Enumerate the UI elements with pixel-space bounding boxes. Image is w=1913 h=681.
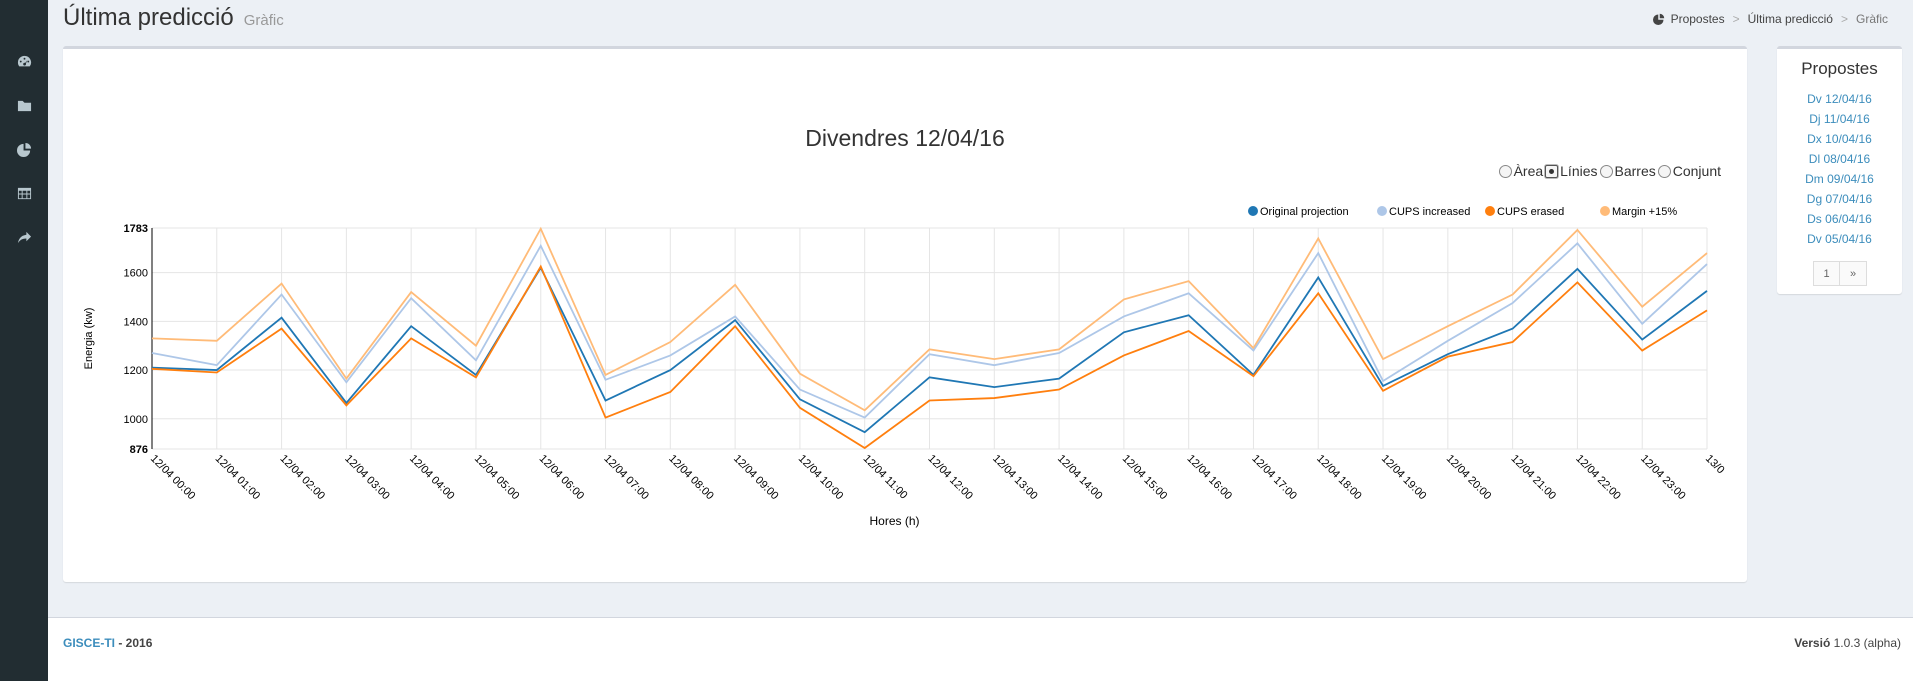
legend-item[interactable]: Original projection (1248, 206, 1349, 218)
breadcrumb-item-propostes[interactable]: Propostes (1671, 12, 1725, 26)
x-tick-label: 12/04 02:00 (277, 453, 327, 503)
page-subtitle: Gràfic (243, 12, 284, 29)
legend-item[interactable]: CUPS increased (1377, 206, 1470, 218)
line-chart: 1783 1600 1400 1200 1000 876 Energia (kw) 12/04… (83, 206, 1727, 528)
x-tick-label: 12/04 15:00 (1120, 453, 1170, 503)
footer-version: Versió 1.0.3 (alpha) (1794, 636, 1901, 650)
x-tick-label: 12/04 14:00 (1055, 453, 1105, 503)
legend-item[interactable]: Margin +15% (1600, 206, 1677, 218)
brand-link[interactable]: GISCE-TI (63, 636, 115, 650)
x-tick-label: 12/04 05:00 (472, 453, 522, 503)
x-tick-label: 12/04 12:00 (925, 453, 975, 503)
x-tick-label: 12/04 06:00 (537, 453, 587, 503)
chart-panel: Divendres 12/04/16 Àrea Línies Barres Co… (63, 46, 1747, 582)
breadcrumb-separator: > (1840, 12, 1848, 26)
y-tick-label: 1600 (124, 268, 148, 280)
propostes-title: Propostes (1801, 59, 1878, 78)
x-tick-label: 12/04 18:00 (1314, 453, 1364, 503)
x-tick-label: 12/04 11:00 (861, 453, 910, 502)
page-title: Última predicció (63, 4, 234, 31)
page-header: Última predicció Gràfic (63, 4, 284, 40)
x-tick-label: 12/04 13:00 (990, 453, 1040, 503)
propostes-panel: Propostes Dv 12/04/16 Dj 11/04/16 Dx 10/04… (1777, 46, 1902, 294)
proposta-link[interactable]: Dm 09/04/16 (1777, 169, 1902, 189)
x-tick-label: 12/04 19:00 (1379, 453, 1429, 503)
pie-chart-icon[interactable] (15, 140, 33, 158)
breadcrumb-item-ultima-prediccio[interactable]: Última predicció (1748, 12, 1833, 26)
x-tick-label: 13/0 (1703, 453, 1727, 477)
breadcrumb-separator: > (1732, 12, 1740, 26)
footer-year: - 2016 (115, 636, 153, 650)
legend-item[interactable]: CUPS erased (1485, 206, 1564, 218)
proposta-link[interactable]: Dv 05/04/16 (1777, 229, 1902, 249)
x-tick-label: 12/04 09:00 (731, 453, 781, 503)
x-tick-label: 12/04 07:00 (601, 453, 651, 503)
y-tick-label: 1783 (124, 223, 148, 235)
version-label: Versió (1794, 636, 1831, 650)
x-tick-label: 12/04 21:00 (1509, 453, 1559, 503)
x-tick-label: 12/04 01:00 (213, 453, 263, 503)
next-page-button[interactable]: » (1840, 261, 1867, 286)
breadcrumb: Propostes > Última predicció > Gràfic (1652, 12, 1888, 26)
x-tick-label: 12/04 17:00 (1249, 453, 1299, 503)
breadcrumb-item-grafic: Gràfic (1855, 12, 1888, 26)
table-icon[interactable] (15, 184, 33, 202)
legend-marker (1600, 206, 1610, 216)
proposta-link[interactable]: Dx 10/04/16 (1777, 129, 1902, 149)
pie-chart-icon (1652, 13, 1664, 25)
legend-marker (1248, 206, 1258, 216)
share-icon[interactable] (15, 228, 33, 246)
legend-label: Original projection (1260, 206, 1349, 218)
pagination: 1 » (1813, 261, 1867, 286)
x-tick-label: 12/04 20:00 (1444, 453, 1494, 503)
y-tick-label: 876 (130, 444, 148, 456)
folder-icon[interactable] (15, 96, 33, 114)
sidebar (0, 0, 48, 681)
x-axis-title: Hores (h) (869, 514, 919, 528)
proposta-link[interactable]: Dl 08/04/16 (1777, 149, 1902, 169)
proposta-link[interactable]: Dv 12/04/16 (1777, 89, 1902, 109)
x-tick-label: 12/04 10:00 (796, 453, 846, 503)
dashboard-icon[interactable] (15, 52, 33, 70)
y-tick-label: 1200 (124, 365, 148, 377)
proposta-link[interactable]: Dj 11/04/16 (1777, 109, 1902, 129)
legend-marker (1485, 206, 1495, 216)
x-tick-label: 12/04 08:00 (666, 453, 716, 503)
y-tick-label: 1000 (124, 414, 148, 426)
footer-copyright: GISCE-TI - 2016 (63, 636, 152, 650)
proposta-link[interactable]: Dg 07/04/16 (1777, 189, 1902, 209)
x-tick-label: 12/04 03:00 (342, 453, 392, 503)
y-tick-label: 1400 (124, 316, 148, 328)
version-value: 1.0.3 (alpha) (1830, 636, 1901, 650)
propostes-list: Dv 12/04/16 Dj 11/04/16 Dx 10/04/16 Dl 08/0… (1777, 89, 1902, 249)
y-axis-title: Energia (kw) (83, 308, 95, 370)
legend-label: CUPS erased (1497, 206, 1564, 218)
page-1-button[interactable]: 1 (1813, 261, 1840, 286)
proposta-link[interactable]: Ds 06/04/16 (1777, 209, 1902, 229)
x-tick-label: 12/04 04:00 (407, 453, 457, 503)
x-tick-label: 12/04 22:00 (1573, 453, 1623, 503)
x-tick-label: 12/04 16:00 (1185, 453, 1235, 503)
footer: GISCE-TI - 2016 Versió 1.0.3 (alpha) (48, 617, 1913, 681)
legend-marker (1377, 206, 1387, 216)
x-tick-label: 12/04 00:00 (148, 453, 198, 503)
legend-label: CUPS increased (1389, 206, 1470, 218)
legend-label: Margin +15% (1612, 206, 1677, 218)
x-tick-label: 12/04 23:00 (1638, 453, 1688, 503)
